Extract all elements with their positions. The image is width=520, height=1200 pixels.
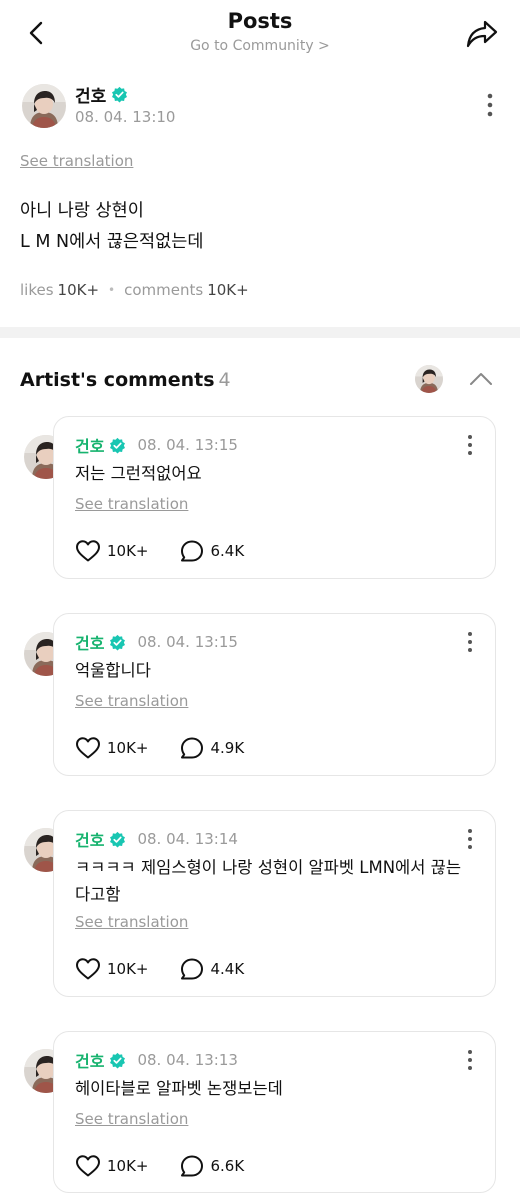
like-count: 10K+ bbox=[107, 542, 149, 560]
like-count: 10K+ bbox=[107, 739, 149, 757]
comments-label: comments bbox=[124, 281, 204, 299]
more-vertical-icon[interactable] bbox=[460, 628, 480, 658]
comment-author[interactable]: 건호 08. 04. 13:14 bbox=[75, 827, 238, 851]
verified-badge-icon bbox=[110, 634, 126, 650]
comment-author[interactable]: 건호 08. 04. 13:13 bbox=[75, 1048, 238, 1072]
verified-badge-icon bbox=[110, 437, 126, 453]
comment-see-translation-link[interactable]: See translation bbox=[75, 1110, 188, 1128]
comment-text: 헤이타블로 알파벳 논쟁보는데 bbox=[75, 1079, 283, 1098]
comment-author[interactable]: 건호 08. 04. 13:15 bbox=[75, 630, 238, 654]
comment-author-name: 건호 bbox=[75, 437, 105, 456]
comment-bubble-icon bbox=[180, 737, 203, 759]
post-stats: likes 10K+ • comments 10K+ bbox=[20, 281, 249, 299]
artist-avatar bbox=[415, 365, 443, 393]
comment-actions: 10K+ 4.4K bbox=[75, 957, 244, 981]
comment-author-name: 건호 bbox=[75, 634, 105, 653]
comments-count: 10K+ bbox=[207, 281, 249, 299]
post-body-line: 아니 나랑 상현이 bbox=[20, 201, 144, 221]
comment-timestamp: 08. 04. 13:14 bbox=[137, 830, 238, 848]
top-bar: Posts Go to Community > bbox=[0, 0, 520, 66]
artist-comments-title: Artist's comments 4 bbox=[20, 369, 231, 391]
likes-count: 10K+ bbox=[57, 281, 100, 299]
like-button[interactable]: 10K+ bbox=[75, 1154, 149, 1178]
reply-count: 4.4K bbox=[210, 960, 245, 978]
post-author[interactable]: 건호 bbox=[75, 82, 128, 107]
comment-text: 저는 그런적없어요 bbox=[75, 464, 202, 483]
reply-button[interactable]: 6.6K bbox=[179, 1154, 245, 1178]
comment-text: ㅋㅋㅋㅋ 제임스형이 나랑 성현이 알파벳 LMN에서 끊는다고함 bbox=[75, 858, 462, 904]
like-button[interactable]: 10K+ bbox=[75, 539, 149, 563]
comment-author-name: 건호 bbox=[75, 1052, 105, 1071]
separator-dot: • bbox=[108, 283, 116, 297]
like-button[interactable]: 10K+ bbox=[75, 957, 149, 981]
reply-button[interactable]: 4.9K bbox=[179, 736, 245, 760]
comment-timestamp: 08. 04. 13:15 bbox=[137, 436, 238, 454]
verified-badge-icon bbox=[110, 1052, 126, 1068]
more-vertical-icon[interactable] bbox=[460, 431, 480, 461]
comment-actions: 10K+ 4.9K bbox=[75, 736, 244, 760]
post-author-name: 건호 bbox=[75, 87, 107, 107]
like-count: 10K+ bbox=[107, 960, 149, 978]
more-vertical-icon[interactable] bbox=[460, 825, 480, 855]
section-divider bbox=[0, 327, 520, 338]
heart-icon bbox=[76, 540, 100, 562]
post-timestamp: 08. 04. 13:10 bbox=[75, 108, 176, 126]
comment-see-translation-link[interactable]: See translation bbox=[75, 495, 188, 513]
artist-comments-label: Artist's comments bbox=[20, 369, 215, 391]
comment-author-name: 건호 bbox=[75, 831, 105, 850]
page-title: Posts bbox=[227, 9, 293, 33]
artist-comments-count: 4 bbox=[218, 369, 231, 391]
likes-label: likes bbox=[20, 281, 54, 299]
reply-button[interactable]: 6.4K bbox=[179, 539, 245, 563]
comment-see-translation-link[interactable]: See translation bbox=[75, 913, 188, 931]
share-icon[interactable] bbox=[464, 17, 500, 51]
reply-count: 6.4K bbox=[210, 542, 245, 560]
heart-icon bbox=[76, 958, 100, 980]
go-to-community-link[interactable]: Go to Community > bbox=[0, 38, 520, 54]
heart-icon bbox=[76, 1155, 100, 1177]
artist-comment-card: 건호 08. 04. 13:14 ㅋㅋㅋㅋ 제임스형이 나랑 성현이 알파벳 L… bbox=[53, 810, 496, 997]
post-body: 아니 나랑 상현이 L M N에서 끊은적없는데 bbox=[20, 196, 203, 258]
more-vertical-icon[interactable] bbox=[480, 90, 500, 120]
reply-button[interactable]: 4.4K bbox=[179, 957, 245, 981]
more-vertical-icon[interactable] bbox=[460, 1046, 480, 1076]
comment-bubble-icon bbox=[180, 540, 203, 562]
comment-actions: 10K+ 6.4K bbox=[75, 539, 244, 563]
comment-actions: 10K+ 6.6K bbox=[75, 1154, 244, 1178]
post-see-translation-link[interactable]: See translation bbox=[20, 152, 133, 170]
comment-timestamp: 08. 04. 13:13 bbox=[137, 1051, 238, 1069]
reply-count: 6.6K bbox=[210, 1157, 245, 1175]
reply-count: 4.9K bbox=[210, 739, 245, 757]
artist-comment-card: 건호 08. 04. 13:15 저는 그런적없어요 See translati… bbox=[53, 416, 496, 579]
comment-text: 억울합니다 bbox=[75, 661, 151, 680]
heart-icon bbox=[76, 737, 100, 759]
artist-comment-card: 건호 08. 04. 13:13 헤이타블로 알파벳 논쟁보는데 See tra… bbox=[53, 1031, 496, 1193]
comment-author[interactable]: 건호 08. 04. 13:15 bbox=[75, 433, 238, 457]
comment-bubble-icon bbox=[180, 958, 203, 980]
like-button[interactable]: 10K+ bbox=[75, 736, 149, 760]
post-body-line: L M N에서 끊은적없는데 bbox=[20, 232, 204, 252]
verified-badge-icon bbox=[110, 831, 126, 847]
comment-timestamp: 08. 04. 13:15 bbox=[137, 633, 238, 651]
artist-comment-card: 건호 08. 04. 13:15 억울합니다 See translation 1… bbox=[53, 613, 496, 776]
post-author-avatar[interactable] bbox=[22, 84, 66, 128]
like-count: 10K+ bbox=[107, 1157, 149, 1175]
comment-bubble-icon bbox=[180, 1155, 203, 1177]
chevron-up-icon[interactable] bbox=[466, 366, 496, 392]
comment-see-translation-link[interactable]: See translation bbox=[75, 692, 188, 710]
verified-badge-icon bbox=[112, 86, 128, 103]
